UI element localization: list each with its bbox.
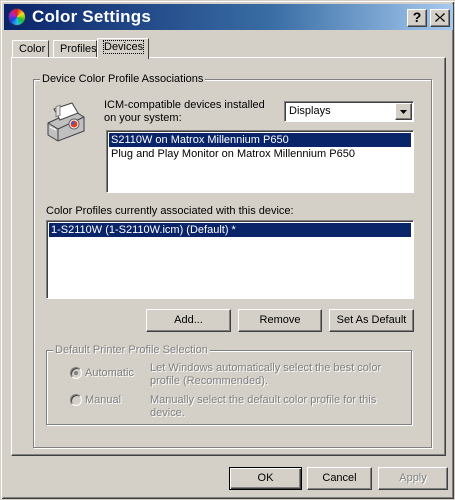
- profiles-label: Color Profiles currently associated with…: [46, 205, 294, 217]
- add-button[interactable]: Add...: [146, 309, 231, 332]
- automatic-radio[interactable]: [70, 367, 82, 379]
- list-item-profile[interactable]: 1-S2110W (1-S2110W.icm) (Default) *: [49, 223, 411, 237]
- remove-button[interactable]: Remove: [238, 309, 322, 332]
- close-button[interactable]: [430, 9, 450, 27]
- tab-label: Color: [19, 43, 46, 55]
- device-profile-associations-group: Device Color Profile Associations ICM-co…: [33, 73, 432, 448]
- cancel-button[interactable]: Cancel: [307, 467, 372, 490]
- printer-icon: [47, 102, 85, 142]
- chevron-down-icon: [400, 110, 407, 114]
- list-item-s2110w[interactable]: S2110W on Matrox Millennium P650: [109, 133, 411, 147]
- tab-devices[interactable]: Devices: [97, 38, 149, 59]
- help-button[interactable]: ?: [407, 9, 427, 27]
- set-as-default-button[interactable]: Set As Default: [329, 309, 414, 332]
- help-icon: ?: [412, 9, 422, 25]
- window-title: Color Settings: [32, 7, 151, 26]
- apply-button[interactable]: Apply: [378, 467, 448, 490]
- radio-dot: [74, 371, 78, 375]
- default-printer-profile-selection-group: Default Printer Profile Selection Automa…: [46, 344, 412, 425]
- automatic-label: Automatic: [85, 367, 134, 379]
- devices-tab-panel: Device Color Profile Associations ICM-co…: [11, 57, 446, 456]
- device-type-value: Displays: [289, 105, 331, 117]
- profile-list[interactable]: 1-S2110W (1-S2110W.icm) (Default) *: [46, 220, 414, 299]
- combo-dropdown-button[interactable]: [395, 103, 412, 120]
- close-icon: [435, 13, 445, 22]
- list-item-plug-and-play-monitor[interactable]: Plug and Play Monitor on Matrox Millenni…: [109, 147, 411, 161]
- manual-description: Manually select the default color profil…: [150, 394, 377, 419]
- device-list[interactable]: S2110W on Matrox Millennium P650 Plug an…: [106, 130, 414, 193]
- tab-label: Profiles: [60, 43, 97, 55]
- manual-label: Manual: [85, 394, 122, 406]
- group-title: Device Color Profile Associations: [40, 73, 206, 85]
- color-settings-window: Color Settings ? Color Profiles Devices …: [0, 0, 455, 500]
- ok-button[interactable]: OK: [229, 467, 302, 490]
- tab-color[interactable]: Color: [12, 40, 49, 58]
- color-wheel-icon: [8, 8, 26, 26]
- group-title: Default Printer Profile Selection: [53, 344, 210, 356]
- title-bar[interactable]: Color Settings ?: [4, 4, 453, 30]
- device-type-combo[interactable]: Displays: [284, 101, 414, 122]
- tab-profiles[interactable]: Profiles: [53, 40, 97, 58]
- manual-radio[interactable]: [70, 394, 82, 406]
- automatic-description: Let Windows automatically select the bes…: [150, 362, 382, 387]
- tab-label: Devices: [102, 40, 145, 54]
- installed-devices-label: ICM-compatible devices installed on your…: [104, 99, 265, 124]
